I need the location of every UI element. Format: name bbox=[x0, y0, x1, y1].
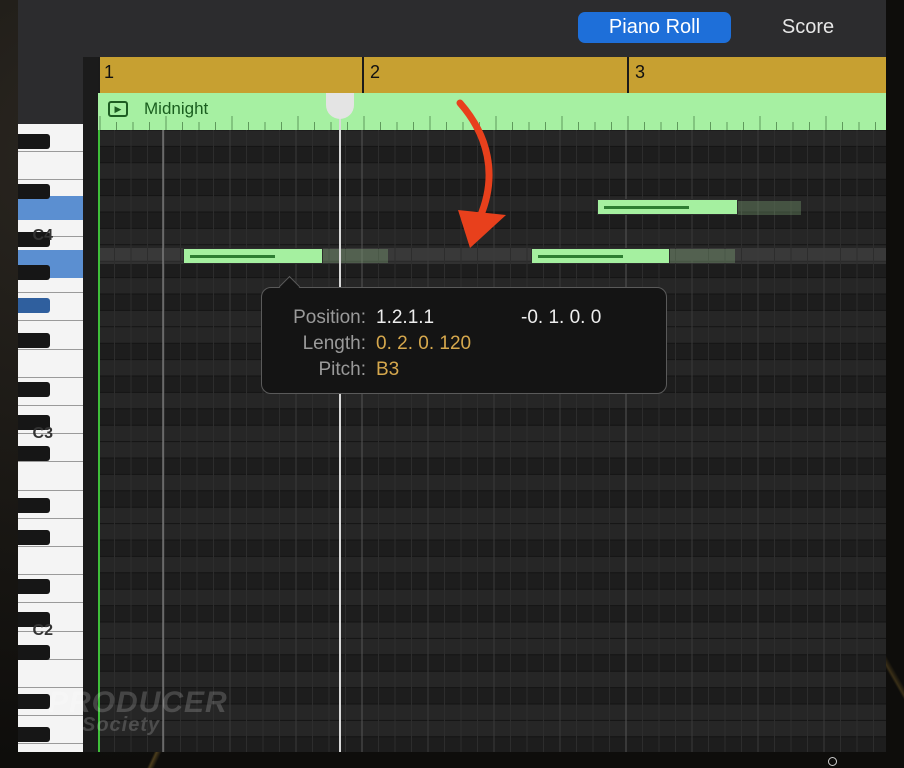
velocity-bar bbox=[538, 255, 623, 258]
grid-row bbox=[98, 654, 886, 672]
pitch-value: B3 bbox=[376, 359, 400, 380]
midi-note[interactable] bbox=[183, 248, 323, 264]
grid-row bbox=[98, 589, 886, 606]
black-key[interactable] bbox=[18, 579, 50, 594]
grid-row bbox=[98, 540, 886, 557]
key-octave-label: C4 bbox=[32, 227, 53, 244]
note-info-tooltip: Position: 1.2.1.1 -0. 1. 0. 0 Length: 0.… bbox=[261, 275, 667, 394]
white-key[interactable] bbox=[18, 547, 83, 576]
length-label: Length: bbox=[302, 333, 366, 354]
length-value: 0. 2. 0. 120 bbox=[376, 333, 472, 354]
pitch-label: Pitch: bbox=[318, 359, 366, 380]
bar-marker bbox=[98, 57, 100, 93]
midi-note[interactable] bbox=[531, 248, 670, 264]
tab-score[interactable]: Score bbox=[753, 12, 863, 43]
position-label: Position: bbox=[293, 307, 366, 328]
black-key[interactable] bbox=[18, 184, 50, 199]
midi-note[interactable] bbox=[597, 199, 738, 215]
black-key[interactable] bbox=[18, 382, 50, 397]
velocity-bar bbox=[190, 255, 275, 258]
circle-indicator-icon bbox=[828, 757, 837, 766]
piano-roll-window: Piano Roll Score 1 2 3 ▶ Midnight C4 C3 C2… bbox=[18, 0, 886, 752]
white-key[interactable] bbox=[18, 744, 83, 752]
watermark-logo: PRODUCER Society bbox=[48, 686, 228, 737]
key-octave-label: C2 bbox=[32, 622, 53, 639]
black-key[interactable] bbox=[18, 530, 50, 545]
white-key[interactable] bbox=[18, 462, 83, 491]
black-key[interactable] bbox=[18, 265, 50, 280]
grid-row bbox=[98, 441, 886, 458]
white-key[interactable] bbox=[18, 152, 83, 181]
annotation-arrow-icon bbox=[456, 99, 506, 248]
bar-number: 1 bbox=[104, 62, 115, 82]
grid-row bbox=[98, 474, 886, 491]
key-octave-label: C3 bbox=[32, 425, 53, 442]
corner-panel bbox=[18, 57, 83, 130]
velocity-bar bbox=[604, 206, 689, 209]
editor-header: Piano Roll Score bbox=[18, 0, 886, 57]
bar-ruler[interactable]: 1 2 3 bbox=[98, 57, 886, 93]
highlighted-key[interactable] bbox=[18, 196, 83, 220]
grid-row bbox=[98, 392, 886, 409]
grid-row bbox=[98, 556, 886, 573]
grid-row bbox=[98, 736, 886, 752]
position-value: 1.2.1.1 bbox=[376, 307, 435, 328]
grid-row bbox=[98, 523, 886, 540]
black-key[interactable] bbox=[18, 298, 50, 313]
black-key[interactable] bbox=[18, 446, 50, 461]
piano-keyboard[interactable]: C4 C3 C2 bbox=[18, 124, 83, 752]
grid-row bbox=[98, 458, 886, 475]
playhead-line bbox=[339, 108, 341, 752]
black-key[interactable] bbox=[18, 694, 50, 709]
black-key[interactable] bbox=[18, 333, 50, 348]
bar-number: 3 bbox=[635, 62, 646, 82]
bar-number: 2 bbox=[370, 62, 381, 82]
grid-row bbox=[98, 507, 886, 524]
grid-row bbox=[98, 638, 886, 655]
grid-row bbox=[98, 622, 886, 639]
grid-row bbox=[98, 572, 886, 590]
bar-marker bbox=[627, 57, 629, 93]
white-key[interactable] bbox=[18, 349, 83, 378]
black-key[interactable] bbox=[18, 727, 50, 742]
black-key[interactable] bbox=[18, 134, 50, 149]
bar-marker bbox=[362, 57, 364, 93]
tab-piano-roll[interactable]: Piano Roll bbox=[578, 12, 731, 43]
grid-row bbox=[98, 425, 886, 442]
white-key[interactable] bbox=[18, 659, 83, 688]
black-key[interactable] bbox=[18, 645, 50, 660]
grid-row bbox=[98, 605, 886, 622]
position-delta: -0. 1. 0. 0 bbox=[521, 307, 602, 328]
grid-row bbox=[98, 490, 886, 508]
grid-row bbox=[98, 408, 886, 426]
black-key[interactable] bbox=[18, 498, 50, 513]
